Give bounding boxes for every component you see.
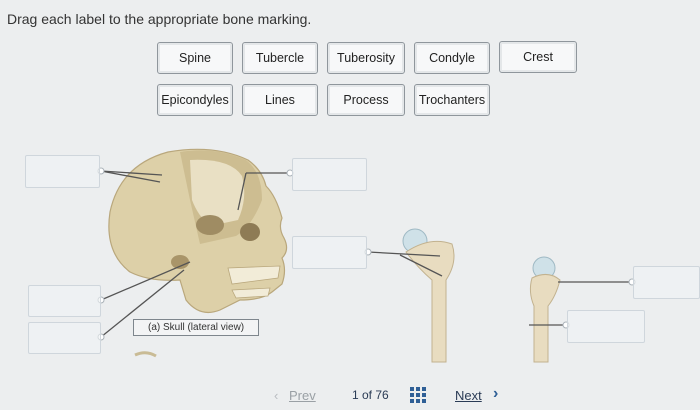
grid-icon[interactable] <box>410 387 426 406</box>
drop-target-4[interactable] <box>28 285 101 317</box>
femur-illustration <box>529 256 561 363</box>
drop-target-1[interactable] <box>25 155 100 188</box>
prev-button[interactable]: Prev <box>289 388 316 403</box>
next-button[interactable]: Next <box>455 388 482 403</box>
chevron-left-icon[interactable]: ‹ <box>274 388 278 403</box>
page-indicator: 1 of 76 <box>352 388 389 402</box>
drop-target-5[interactable] <box>28 322 101 354</box>
bone-illustrations <box>97 148 636 363</box>
humerus-illustration <box>402 228 455 363</box>
chevron-right-icon[interactable]: › <box>493 385 498 403</box>
figure-caption: (a) Skull (lateral view) <box>133 319 259 336</box>
drop-target-7[interactable] <box>567 310 645 343</box>
drop-target-2[interactable] <box>292 158 367 191</box>
drop-target-6[interactable] <box>633 266 700 299</box>
drop-target-3[interactable] <box>292 236 367 269</box>
